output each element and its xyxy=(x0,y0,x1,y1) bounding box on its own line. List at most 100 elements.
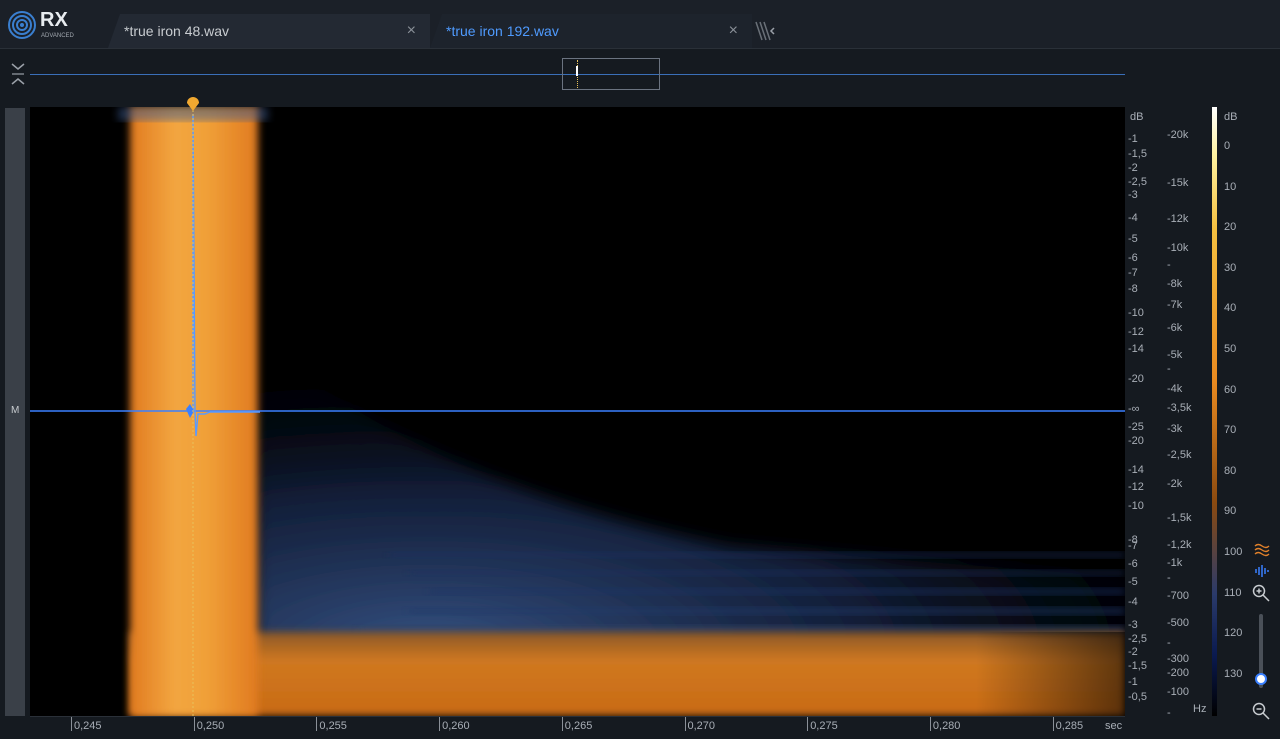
amplitude-tick-label: -20 xyxy=(1128,373,1144,385)
amplitude-tick-label: -2 xyxy=(1128,162,1138,174)
amplitude-tick-label: -1,5 xyxy=(1128,148,1147,160)
amplitude-tick-label: -6 xyxy=(1128,558,1138,570)
amplitude-tick-label: -5 xyxy=(1128,233,1138,245)
time-tick-label: 0,285 xyxy=(1055,720,1084,732)
amplitude-tick-label: -1 xyxy=(1128,676,1138,688)
tab-overflow-icon[interactable] xyxy=(754,20,776,45)
waveform-mode-icon[interactable] xyxy=(1254,564,1270,583)
color-scale-tick-label: 40 xyxy=(1224,302,1237,315)
amplitude-tick-label: -8 xyxy=(1128,283,1138,295)
overview-transient xyxy=(576,66,578,76)
playhead-marker-icon[interactable] xyxy=(186,96,200,112)
time-tick-label: 0,280 xyxy=(932,720,961,732)
frequency-tick-label: - xyxy=(1167,259,1171,271)
amplitude-tick-label: -3 xyxy=(1128,189,1138,201)
amplitude-tick-label: -1,5 xyxy=(1128,660,1147,672)
amplitude-tick-label: -7 xyxy=(1128,540,1138,552)
zoom-slider-handle[interactable] xyxy=(1255,673,1267,685)
amplitude-tick-label: -2,5 xyxy=(1128,633,1147,645)
frequency-tick-label: - xyxy=(1167,707,1171,719)
frequency-tick-label: -1k xyxy=(1167,557,1183,569)
frequency-tick-label: -10k xyxy=(1167,242,1189,254)
frequency-tick-label: -7k xyxy=(1167,299,1183,311)
frequency-tick-label: -2,5k xyxy=(1167,449,1192,461)
amplitude-tick-label: -5 xyxy=(1128,576,1138,588)
time-tick xyxy=(684,717,686,731)
frequency-tick-label: -100 xyxy=(1167,686,1190,698)
time-axis: sec 0,245 0,250 0,255 0,260 0,265 0,270 0,275 0… xyxy=(30,716,1125,739)
color-scale-tick-label: 0 xyxy=(1224,140,1231,152)
color-scale-bar xyxy=(1212,107,1217,716)
time-unit: sec xyxy=(1105,720,1123,732)
time-tick-label: 0,255 xyxy=(319,720,347,732)
frequency-tick-label: -1,2k xyxy=(1167,539,1192,551)
waveform-overlay xyxy=(30,106,1125,716)
time-tick xyxy=(316,717,318,731)
time-tick-label: 0,270 xyxy=(687,720,716,732)
color-scale-tick-label: 50 xyxy=(1224,343,1237,355)
amplitude-tick-label: -7 xyxy=(1128,267,1138,279)
time-tick-label: 0,265 xyxy=(564,720,593,732)
frequency-tick-label: - xyxy=(1167,637,1171,649)
frequency-tick-label: - xyxy=(1167,363,1171,375)
color-scale-tick-label: 80 xyxy=(1224,464,1237,477)
frequency-tick-label: -200 xyxy=(1167,667,1190,679)
color-scale-tick-label: 110 xyxy=(1224,586,1242,599)
color-scale-tick-label: 130 xyxy=(1224,667,1243,680)
amplitude-tick-label: -2 xyxy=(1128,646,1138,658)
waveform-impulse xyxy=(192,113,260,437)
color-scale-tick-label: 100 xyxy=(1224,546,1243,558)
color-scale-tick-label: 120 xyxy=(1224,627,1243,640)
time-tick xyxy=(71,717,72,731)
time-tick xyxy=(193,717,195,731)
amplitude-tick-label: -4 xyxy=(1128,212,1138,224)
time-tick-label: 0,250 xyxy=(196,720,225,732)
amplitude-tick-label: -6 xyxy=(1128,252,1138,264)
frequency-tick-label: -1,5k xyxy=(1167,512,1192,524)
amplitude-tick-label: -10 xyxy=(1128,500,1144,512)
amplitude-tick-label: -12 xyxy=(1128,326,1144,338)
frequency-unit: Hz xyxy=(1193,703,1207,715)
amplitude-tick-label: -12 xyxy=(1128,481,1144,493)
frequency-tick-label: -500 xyxy=(1167,617,1190,629)
zoom-out-icon[interactable] xyxy=(1252,702,1270,725)
amplitude-tick-label: -1 xyxy=(1128,133,1138,145)
collapse-overview-icon[interactable] xyxy=(10,62,26,91)
amplitude-unit: dB xyxy=(1130,111,1144,123)
frequency-tick-label: -2k xyxy=(1167,478,1183,490)
time-tick xyxy=(1052,717,1054,731)
tab-close-icon[interactable]: × xyxy=(407,22,416,40)
logo-text: RX xyxy=(40,9,68,31)
color-scale-unit: dB xyxy=(1224,111,1238,123)
amplitude-tick-label: -14 xyxy=(1128,464,1144,476)
color-scale-tick-label: 20 xyxy=(1224,221,1237,234)
tab-true-iron-192[interactable]: *true iron 192.wav × xyxy=(430,14,752,48)
frequency-tick-label: - xyxy=(1167,572,1171,584)
amplitude-tick-label: -0,5 xyxy=(1128,691,1147,703)
time-tick-label: 0,260 xyxy=(442,720,470,732)
channel-label: M xyxy=(11,405,20,416)
zoom-in-icon[interactable] xyxy=(1252,584,1270,607)
amplitude-tick-label: -20 xyxy=(1128,435,1144,447)
amplitude-tick-label: -3 xyxy=(1128,619,1138,631)
spectrogram-mode-icon[interactable] xyxy=(1254,543,1270,562)
amplitude-tick-label: -∞ xyxy=(1128,403,1140,415)
amplitude-tick-label: -4 xyxy=(1128,596,1138,608)
app-logo: RX ADVANCED xyxy=(6,8,76,42)
color-scale-tick-label: 90 xyxy=(1224,505,1237,518)
frequency-tick-label: -700 xyxy=(1167,590,1190,602)
color-scale-axis: dB 0 10 20 30 40 50 60 70 80 90 100 110 120 130 xyxy=(1218,107,1258,716)
frequency-tick-label: -3,5k xyxy=(1167,402,1192,414)
frequency-tick-label: -20k xyxy=(1167,129,1189,141)
time-tick xyxy=(807,717,809,731)
color-scale-tick-label: 60 xyxy=(1224,383,1237,396)
frequency-tick-label: -6k xyxy=(1167,322,1183,334)
time-tick xyxy=(929,717,931,731)
tab-true-iron-48[interactable]: *true iron 48.wav × xyxy=(108,14,430,48)
frequency-tick-label: -5k xyxy=(1167,349,1183,361)
tab-close-icon[interactable]: × xyxy=(729,22,738,40)
color-scale-tick-label: 30 xyxy=(1224,261,1237,274)
amplitude-tick-label: -14 xyxy=(1128,343,1144,355)
amplitude-tick-label: -10 xyxy=(1128,307,1144,319)
frequency-tick-label: -3k xyxy=(1167,423,1183,435)
